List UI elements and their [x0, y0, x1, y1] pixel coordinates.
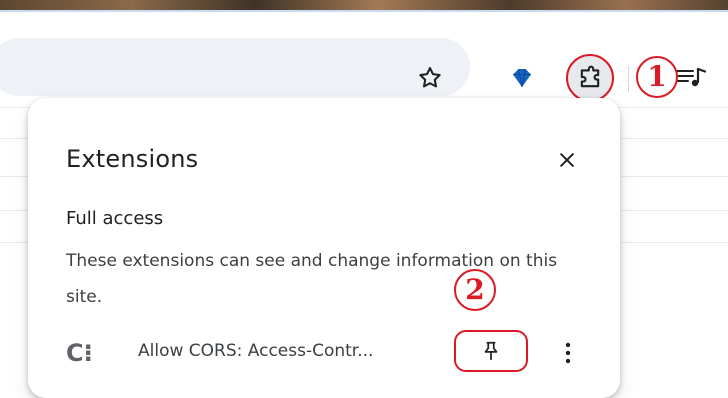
- full-access-heading: Full access: [66, 208, 164, 229]
- media-controls-icon[interactable]: [676, 64, 710, 92]
- background-divider: [622, 210, 728, 211]
- puzzle-piece-icon: [580, 65, 600, 88]
- extension-name[interactable]: Allow CORS: Access-Contr...: [138, 341, 428, 361]
- close-icon: [560, 153, 574, 167]
- panel-title: Extensions: [66, 145, 199, 173]
- extensions-panel: Extensions Full access These extensions …: [28, 98, 620, 398]
- extension-icon: C⁝: [66, 339, 93, 367]
- top-strip: [0, 0, 728, 10]
- gem-icon[interactable]: [509, 66, 535, 90]
- callout-1: 1: [636, 56, 678, 98]
- extension-row: C⁝ Allow CORS: Access-Contr...: [66, 328, 586, 380]
- pin-extension-button[interactable]: [454, 330, 528, 372]
- bookmark-star-icon[interactable]: [416, 64, 444, 92]
- pin-icon: [484, 341, 498, 361]
- more-vertical-icon: [565, 342, 571, 364]
- browser-toolbar: [0, 12, 728, 108]
- background-divider: [622, 242, 728, 243]
- address-bar[interactable]: [0, 38, 470, 96]
- full-access-description: These extensions can see and change info…: [66, 251, 558, 307]
- extensions-button[interactable]: [566, 54, 614, 102]
- more-options-button[interactable]: [559, 334, 577, 372]
- close-button[interactable]: [553, 146, 581, 174]
- background-divider: [622, 138, 728, 139]
- background-divider: [622, 176, 728, 177]
- toolbar-divider: [628, 66, 629, 92]
- callout-2: 2: [454, 269, 496, 311]
